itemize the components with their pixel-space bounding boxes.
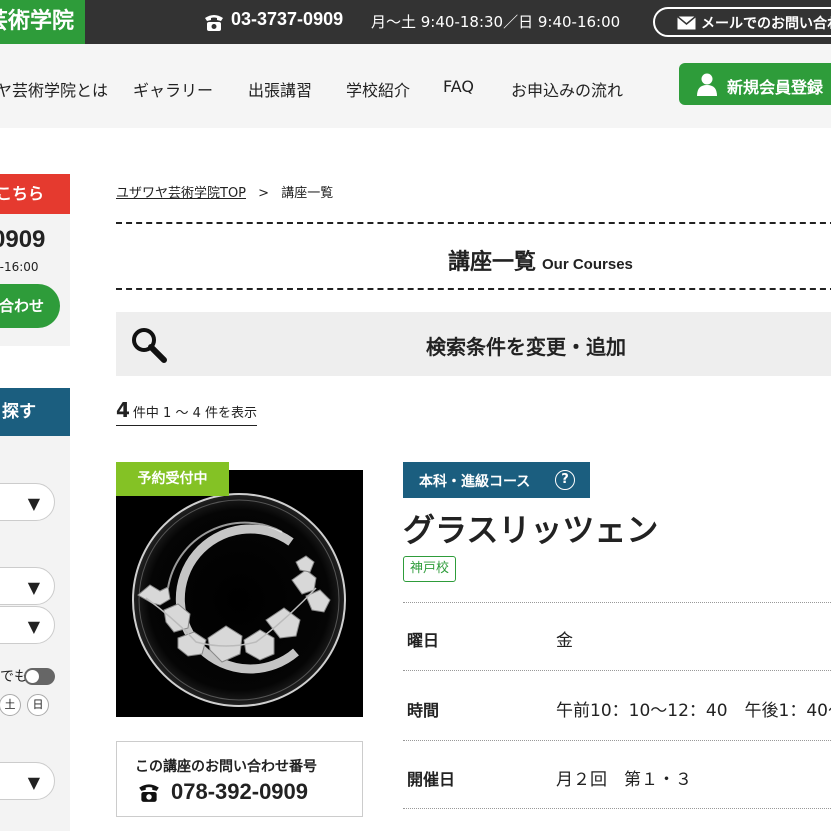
sidebar-search: 探す ▼ ▼ ▼ でも 土 日 ▼ — [0, 388, 70, 831]
sidebar-toggle[interactable] — [24, 668, 55, 685]
course-image[interactable] — [116, 470, 363, 717]
telephone-icon — [139, 784, 159, 802]
course-inquiry-box: この講座のお問い合わせ番号 078-392-0909 — [116, 741, 363, 817]
help-icon[interactable]: ? — [555, 470, 575, 490]
top-bar: 芸術学院 03-3737-0909 月〜土 9:40-18:30／日 9:40-… — [0, 0, 831, 44]
telephone-icon — [205, 15, 223, 31]
detail-label-time: 時間 — [407, 701, 440, 720]
mail-inquiry-button[interactable]: メールでのお問い合わせ — [653, 7, 831, 37]
breadcrumb: ユザワヤ芸術学院TOP > 講座一覧 — [116, 182, 333, 201]
reservation-open-badge: 予約受付中 — [116, 462, 229, 496]
nav-item-outreach[interactable]: 出張講習 — [248, 77, 312, 101]
day-button-sat[interactable]: 土 — [0, 694, 21, 716]
sidebar-contact: こちら 0909 0-16:00 合わせ — [0, 174, 70, 346]
sidebar-contact-header: こちら — [0, 174, 70, 214]
detail-divider — [403, 740, 831, 741]
detail-label-weekday: 曜日 — [407, 631, 440, 650]
detail-divider — [403, 602, 831, 603]
register-button-label: 新規会員登録 — [727, 78, 824, 97]
nav-item-schools[interactable]: 学校紹介 — [346, 77, 410, 101]
result-count: 4 件中 1 〜 4 件を表示 — [116, 398, 257, 426]
sidebar-search-header: 探す — [0, 388, 70, 436]
course-title[interactable]: グラスリッツェン — [403, 505, 658, 551]
course-category-label: 本科・進級コース — [419, 474, 531, 490]
register-button[interactable]: 新規会員登録 — [679, 63, 831, 105]
sidebar-contact-button[interactable]: 合わせ — [0, 284, 60, 328]
glass-plate-image — [116, 470, 363, 717]
breadcrumb-home-link[interactable]: ユザワヤ芸術学院TOP — [116, 186, 246, 201]
divider-top — [116, 222, 831, 224]
sidebar-hours: 0-16:00 — [0, 260, 39, 274]
main-nav: ヤ芸術学院とは ギャラリー 出張講習 学校紹介 FAQ お申込みの流れ 新規会員… — [0, 44, 831, 128]
search-icon — [132, 328, 167, 363]
nav-item-flow[interactable]: お申込みの流れ — [511, 77, 623, 101]
sidebar-select-2[interactable]: ▼ — [0, 567, 55, 605]
business-hours: 月〜土 9:40-18:30／日 9:40-16:00 — [371, 13, 621, 31]
mail-button-label: メールでのお問い合わせ — [701, 16, 831, 32]
page: 芸術学院 03-3737-0909 月〜土 9:40-18:30／日 9:40-… — [0, 0, 831, 831]
detail-label-dates: 開催日 — [407, 770, 456, 789]
divider-bottom — [116, 288, 831, 290]
detail-divider — [403, 808, 831, 809]
sidebar-select-1[interactable]: ▼ — [0, 483, 55, 521]
detail-value-time: 午前10：10〜12：40 午後1：40〜 — [556, 701, 831, 721]
sidebar-select-3[interactable]: ▼ — [0, 606, 55, 644]
nav-item-faq[interactable]: FAQ — [443, 77, 474, 96]
nav-item-gallery[interactable]: ギャラリー — [133, 77, 213, 101]
chevron-down-icon: ▼ — [27, 578, 40, 597]
campus-tag: 神戸校 — [403, 556, 457, 582]
detail-divider — [403, 670, 831, 671]
inquiry-label: この講座のお問い合わせ番号 — [135, 759, 317, 775]
day-button-sun[interactable]: 日 — [27, 694, 49, 716]
site-logo[interactable]: 芸術学院 — [0, 0, 85, 44]
user-icon — [697, 73, 717, 96]
mail-icon — [677, 16, 696, 30]
detail-value-weekday: 金 — [556, 631, 573, 651]
page-title-en: Our Courses — [542, 256, 633, 273]
page-title: 講座一覧 Our Courses — [448, 244, 633, 276]
chevron-down-icon: ▼ — [27, 617, 40, 636]
search-conditions-bar[interactable]: 検索条件を変更・追加 — [116, 312, 831, 376]
result-count-text: 件中 1 〜 4 件を表示 — [132, 406, 257, 421]
page-title-ja: 講座一覧 — [448, 250, 537, 275]
inquiry-phone[interactable]: 078-392-0909 — [171, 779, 308, 805]
result-count-total: 4 — [116, 398, 130, 422]
sidebar-select-4[interactable]: ▼ — [0, 762, 55, 800]
header-phone[interactable]: 03-3737-0909 — [231, 9, 343, 30]
breadcrumb-current: 講座一覧 — [281, 186, 334, 201]
detail-value-dates: 月２回 第１・３ — [556, 770, 692, 790]
breadcrumb-separator: > — [258, 186, 270, 201]
sidebar-phone[interactable]: 0909 — [0, 226, 45, 254]
chevron-down-icon: ▼ — [27, 494, 40, 513]
nav-item-about[interactable]: ヤ芸術学院とは — [0, 77, 108, 101]
chevron-down-icon: ▼ — [27, 773, 40, 792]
search-conditions-label: 検索条件を変更・追加 — [426, 335, 626, 359]
course-category-tag: 本科・進級コース ? — [403, 462, 590, 498]
